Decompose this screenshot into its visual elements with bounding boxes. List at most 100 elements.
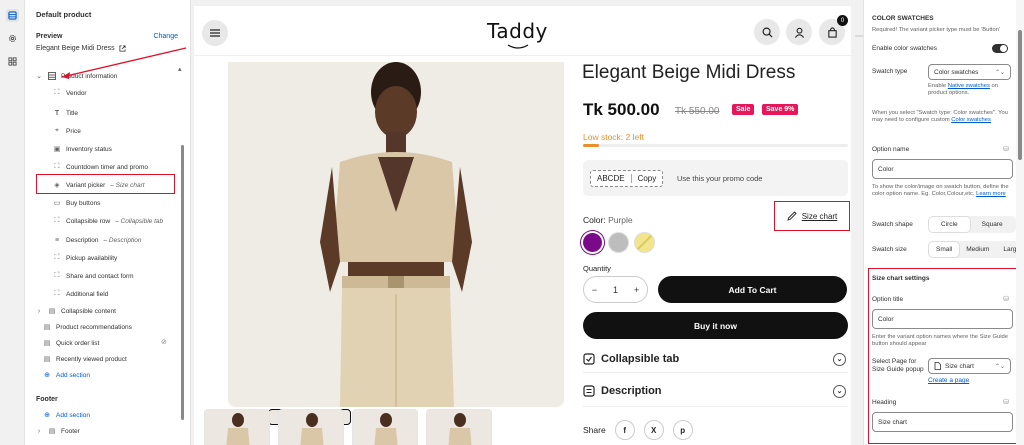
thumbnail[interactable] (426, 409, 492, 445)
block-pickup[interactable]: ⛶ Pickup availability (53, 251, 118, 265)
preview-pane: Taddy 0 Elegant Beige Midi Dress Tk 500.… (192, 0, 856, 445)
size-chart-button[interactable]: Size chart (774, 201, 850, 231)
thumbnail-strip (204, 409, 492, 445)
settings-gear-icon[interactable] (6, 32, 19, 45)
pinterest-icon[interactable]: p (672, 420, 693, 440)
shape-square-option[interactable]: Square (970, 217, 1015, 232)
section-quick-order[interactable]: ▤ Quick order list (43, 336, 100, 350)
accordion-collapsible-tab[interactable]: Collapsible tab ⌄ (583, 346, 848, 372)
swatch-purple[interactable] (583, 233, 602, 252)
learn-more-link[interactable]: Learn more (976, 191, 1006, 197)
swatch-size-label: Swatch size (872, 246, 907, 253)
swatch-yellow[interactable] (635, 233, 654, 252)
block-inventory[interactable]: ▣ Inventory status (53, 142, 112, 156)
x-twitter-icon[interactable]: X (643, 420, 664, 440)
block-title[interactable]: T Title (53, 106, 78, 120)
thumbnail[interactable] (352, 409, 418, 445)
accordion-description[interactable]: Description ⌄ (583, 378, 848, 404)
block-buy-buttons[interactable]: ▭ Buy buttons (53, 196, 101, 210)
footer-add-section-button[interactable]: ⊕ Add section (43, 408, 90, 422)
facebook-icon[interactable]: f (614, 420, 635, 440)
block-label: Description (66, 236, 99, 244)
size-medium-option[interactable]: Medium (959, 242, 996, 257)
left-scrollbar[interactable] (181, 145, 184, 420)
swatch-grey[interactable] (609, 233, 628, 252)
chevron-right-icon[interactable]: › (35, 427, 43, 435)
size-small-option[interactable]: Small (929, 242, 960, 257)
block-share[interactable]: ⛶ Share and contact form (53, 269, 134, 283)
promo-code-box[interactable]: ABCDE Copy (590, 170, 664, 187)
shape-circle-option[interactable]: Circle (929, 217, 970, 232)
heading-input[interactable]: Size chart (872, 412, 1013, 432)
dynamic-source-icon[interactable]: ⛁ (1003, 398, 1009, 406)
enable-swatches-toggle[interactable] (992, 44, 1008, 53)
divider (583, 406, 848, 407)
color-label: Color: Purple (583, 215, 633, 225)
section-collapsible-content[interactable]: › ▤ Collapsible content (35, 304, 116, 318)
option-title-input[interactable]: Color (872, 309, 1013, 329)
section-label: Collapsible content (61, 307, 116, 315)
chevron-right-icon[interactable]: › (35, 307, 43, 315)
minus-icon[interactable]: − (592, 285, 597, 295)
share-icon: ⛶ (54, 272, 60, 279)
select-page-picker[interactable]: Size chart ⌃⌄ (928, 358, 1011, 374)
store-logo[interactable]: Taddy (487, 19, 548, 43)
color-swatches-link[interactable]: Color swatches (951, 117, 991, 123)
select-page-label: Select Page for Size Guide popup (872, 358, 924, 373)
chevron-down-icon[interactable]: ⌄ (35, 72, 43, 80)
change-link[interactable]: Change (153, 33, 178, 40)
text-icon: T (54, 109, 60, 117)
icon-rail (0, 0, 25, 445)
product-title: Elegant Beige Midi Dress (582, 62, 796, 83)
section-footer[interactable]: › ▤ Footer (35, 424, 80, 438)
copy-button[interactable]: Copy (630, 174, 663, 183)
size-chart-label: Size chart (801, 211, 838, 221)
block-vendor[interactable]: ⛶ Vendor (53, 86, 87, 100)
section-recommendations[interactable]: ▤ Product recommendations (43, 320, 132, 334)
hidden-eye-icon[interactable]: ⊘ (161, 338, 167, 346)
product-main-image[interactable] (228, 62, 564, 407)
add-section-button[interactable]: ⊕ Add section (43, 368, 90, 382)
color-value: Purple (608, 215, 633, 225)
cart-button[interactable]: 0 (819, 15, 848, 45)
promo-box: ABCDE Copy Use this your promo code (583, 160, 848, 196)
quantity-value[interactable]: 1 (613, 285, 618, 295)
block-price[interactable]: ⌖ Price (53, 124, 81, 138)
section-label: Quick order list (56, 339, 100, 347)
right-scrollbar[interactable] (1018, 30, 1022, 160)
section-recently-viewed[interactable]: ▤ Recently viewed product (43, 352, 127, 366)
thumbnail[interactable] (278, 409, 344, 445)
account-button[interactable] (786, 19, 812, 45)
panel-title: Default product (36, 10, 92, 19)
block-label: Title (66, 109, 79, 117)
block-additional-field[interactable]: ⛶ Additional field (53, 287, 109, 301)
collapse-up-icon[interactable]: ▴ (178, 65, 182, 73)
section-product-information[interactable]: ⌄ Product information (35, 69, 117, 83)
option-name-input[interactable]: Color (872, 159, 1013, 179)
low-stock-text: Low stock: 2 left (583, 132, 644, 142)
buy-now-button[interactable]: Buy it now (583, 312, 848, 339)
block-countdown[interactable]: ⛶ Countdown timer and promo (53, 160, 148, 174)
apps-icon[interactable] (6, 55, 19, 68)
search-button[interactable] (754, 19, 780, 45)
field-icon: ⛶ (54, 290, 60, 297)
external-link-icon[interactable] (119, 45, 126, 52)
block-collapsible-row[interactable]: ⛶ Collapsible row – Collapsible tab (53, 214, 164, 228)
heading-label: Heading (872, 399, 897, 406)
dynamic-source-icon[interactable]: ⛁ (1003, 295, 1009, 303)
block-sublabel: – Collapsible tab (115, 217, 164, 225)
preview-product[interactable]: Elegant Beige Midi Dress (36, 45, 126, 52)
swatch-type-select[interactable]: Color swatches ⌃⌄ (928, 64, 1011, 80)
quantity-stepper[interactable]: − 1 + (583, 276, 648, 303)
native-swatches-link[interactable]: Native swatches (948, 83, 990, 89)
add-to-cart-button[interactable]: Add To Cart (658, 276, 847, 303)
swatch-type-label: Swatch type (872, 68, 908, 75)
sale-badge: Sale (732, 104, 755, 115)
dynamic-source-icon[interactable]: ⛁ (1003, 145, 1009, 153)
plus-icon[interactable]: + (634, 285, 639, 295)
block-description[interactable]: ≡ Description – Description (53, 233, 142, 247)
thumbnail[interactable] (204, 409, 270, 445)
create-page-link[interactable]: Create a page (928, 377, 969, 384)
sections-icon[interactable] (6, 9, 19, 22)
menu-button[interactable] (202, 20, 228, 46)
